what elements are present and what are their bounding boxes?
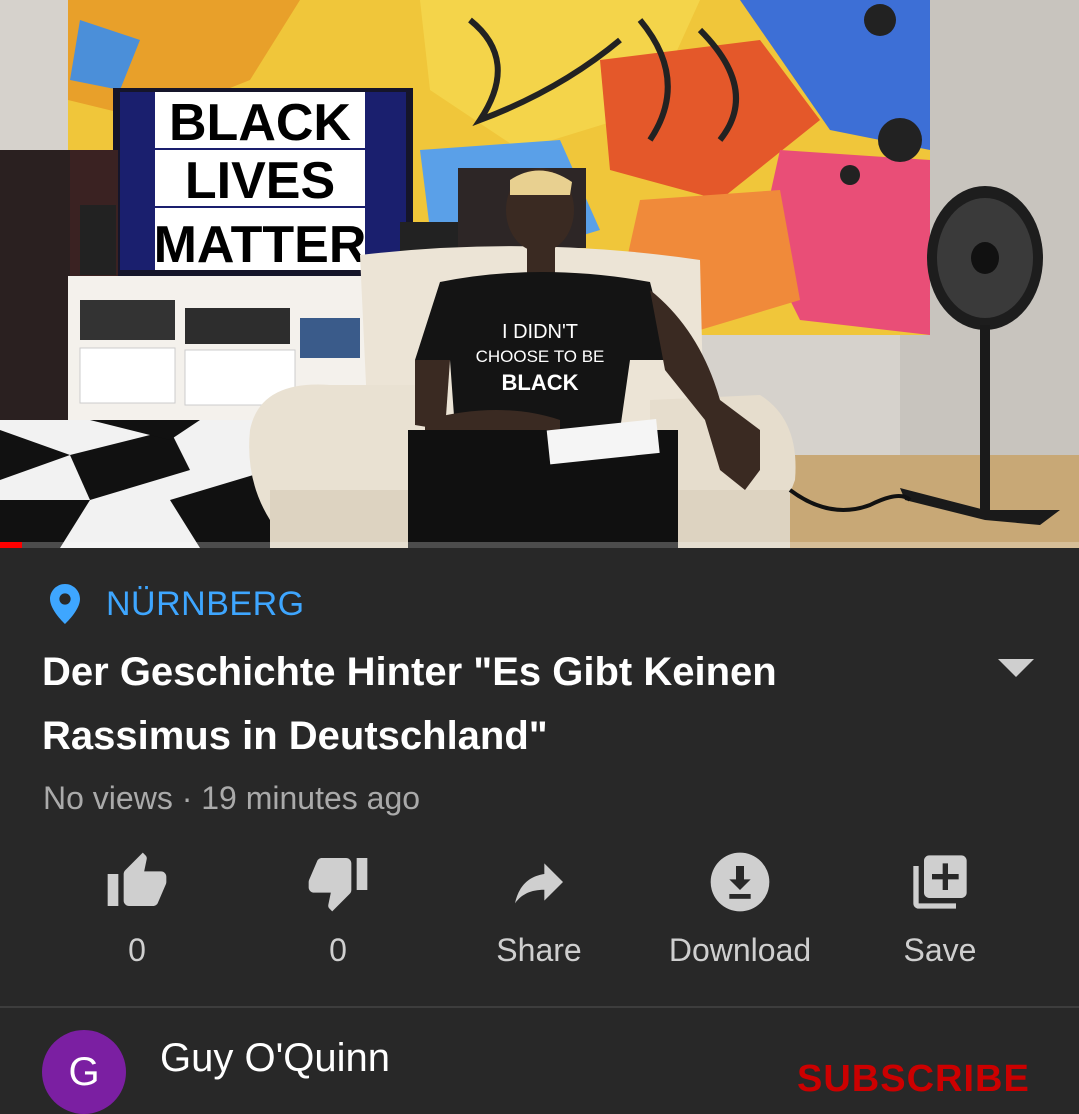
share-button[interactable]: Share	[439, 850, 639, 980]
tv-text-line-2: LIVES	[185, 152, 335, 210]
download-label: Download	[668, 932, 812, 968]
shirt-text-line-2: CHOOSE TO BE	[476, 347, 605, 366]
dislike-count: 0	[329, 932, 347, 968]
shirt-text-line-1: I DIDN'T	[502, 321, 578, 343]
save-playlist-icon	[913, 855, 967, 909]
location-pin-icon	[50, 584, 80, 624]
tv-text-line-3: MATTER	[154, 216, 367, 274]
download-icon	[710, 852, 770, 912]
dislike-button[interactable]: 0	[238, 850, 438, 980]
tv-text-line-1: BLACK	[169, 94, 351, 152]
save-label: Save	[903, 932, 977, 968]
subscribe-button[interactable]: SUBSCRIBE	[797, 1058, 1030, 1101]
location-tag[interactable]: NÜRNBERG	[48, 584, 305, 624]
thumbs-up-icon	[107, 852, 167, 906]
video-player[interactable]: BLACK LIVES MATTER I DIDN'T CHOOSE TO BE…	[0, 0, 1079, 548]
channel-avatar[interactable]: G	[42, 1030, 126, 1114]
action-bar: 0 0 Share Download Save	[0, 850, 1079, 990]
share-label: Share	[496, 932, 582, 968]
like-button[interactable]: 0	[37, 850, 237, 980]
shirt-text-line-3: BLACK	[502, 370, 579, 395]
video-meta: No views · 19 minutes ago	[43, 780, 421, 816]
download-button[interactable]: Download	[640, 850, 840, 980]
thumbs-down-icon	[308, 858, 368, 912]
expand-description-icon[interactable]	[996, 655, 1036, 681]
share-icon	[515, 863, 563, 904]
save-button[interactable]: Save	[840, 850, 1040, 980]
video-title: Der Geschichte Hinter "Es Gibt Keinen Ra…	[42, 650, 777, 758]
channel-name[interactable]: Guy O'Quinn	[160, 1036, 390, 1081]
location-label: NÜRNBERG	[106, 584, 305, 623]
video-frame: BLACK LIVES MATTER I DIDN'T CHOOSE TO BE…	[0, 0, 1079, 548]
like-count: 0	[128, 932, 146, 968]
